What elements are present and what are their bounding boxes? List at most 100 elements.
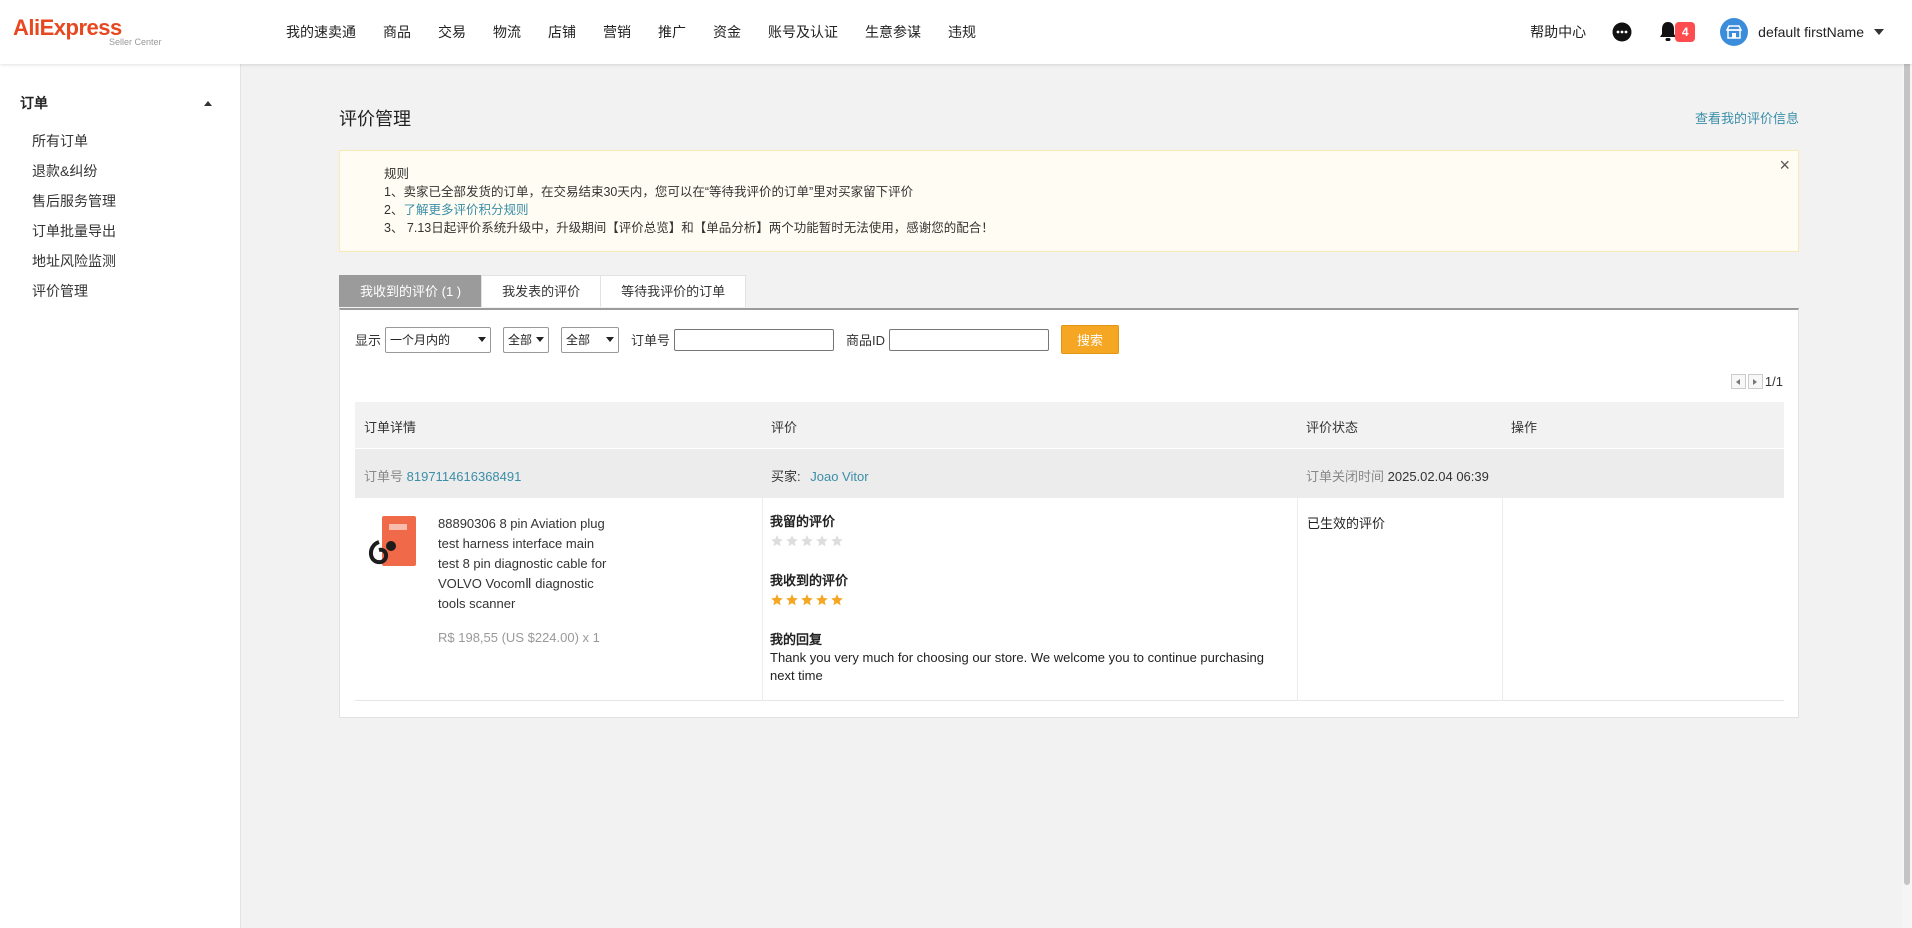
chat-bubble-icon[interactable] — [1612, 22, 1632, 42]
chevron-down-icon — [536, 337, 545, 342]
help-center-link[interactable]: 帮助中心 — [1530, 22, 1586, 42]
sidebar-item-refunds-disputes[interactable]: 退款&纠纷 — [32, 156, 116, 186]
next-page-button[interactable] — [1747, 374, 1763, 389]
nav-item-funds[interactable]: 资金 — [713, 22, 741, 42]
logo-subtitle: Seller Center — [109, 37, 162, 47]
rules-notice: × 规则 1、卖家已全部发货的订单，在交易结束30天内，您可以在“等待我评价的订… — [339, 150, 1799, 252]
buyer-cell: 买家: Joao Vitor — [771, 466, 869, 485]
product-id-label: 商品ID — [846, 333, 886, 348]
user-menu[interactable]: default firstName — [1720, 18, 1884, 46]
tab-pending-reviews[interactable]: 等待我评价的订单 — [600, 275, 747, 307]
review-points-rules-link[interactable]: 了解更多评价积分规则 — [403, 203, 528, 217]
scrollbar-thumb[interactable] — [1904, 20, 1910, 885]
order-number-label: 订单号 — [631, 333, 671, 348]
order-id-label: 订单号 — [364, 469, 404, 484]
star-filled-icon — [831, 594, 843, 606]
nav-item-marketing[interactable]: 营销 — [603, 22, 631, 42]
sidebar-item-review-management[interactable]: 评价管理 — [32, 276, 116, 306]
chevron-down-icon — [606, 337, 615, 342]
notifications-button[interactable]: 4 — [1658, 21, 1696, 43]
status-filter-select[interactable]: 全部 — [503, 326, 550, 353]
review-status: 已生效的评价 — [1307, 516, 1386, 531]
main-nav: 我的速卖通 商品 交易 物流 店铺 营销 推广 资金 账号及认证 生意参谋 违规 — [286, 0, 1003, 64]
nav-item-business-advisor[interactable]: 生意参谋 — [865, 22, 921, 42]
table-row: 88890306 8 pin Aviation plug test harnes… — [355, 498, 1784, 701]
chevron-down-icon — [1874, 29, 1884, 35]
page-scrollbar[interactable] — [1902, 0, 1912, 928]
review-cell: 我留的评价 我收到的评价 我的回复 Thank you very much fo… — [770, 513, 1280, 685]
my-reply-text: Thank you very much for choosing our sto… — [770, 650, 1265, 683]
close-icon[interactable]: × — [1779, 155, 1790, 175]
sidebar-item-batch-export[interactable]: 订单批量导出 — [32, 216, 116, 246]
filter-bar: 显示 一个月内的 全部 全部 订单号 商品ID 搜索 — [355, 325, 1120, 354]
rules-line-3: 3、 7.13日起评价系统升级中，升级期间【评价总览】和【单品分析】两个功能暂时… — [384, 221, 994, 235]
order-id-cell: 订单号 8197114616368491 — [364, 466, 521, 485]
prev-page-button[interactable] — [1730, 374, 1746, 389]
nav-item-trade[interactable]: 交易 — [438, 22, 466, 42]
chevron-up-icon — [204, 100, 212, 106]
order-number-input[interactable] — [674, 328, 835, 351]
sidebar-item-address-risk[interactable]: 地址风险监测 — [32, 246, 116, 276]
nav-item-store[interactable]: 店铺 — [548, 22, 576, 42]
star-filled-icon — [771, 594, 783, 606]
period-select[interactable]: 一个月内的 — [385, 326, 492, 353]
sidebar-item-all-orders[interactable]: 所有订单 — [32, 126, 116, 156]
table-header: 订单详情 评价 评价状态 操作 — [355, 402, 1784, 448]
column-divider — [1297, 498, 1298, 701]
chevron-left-icon — [1736, 378, 1741, 385]
rules-heading: 规则 — [384, 167, 410, 181]
sidebar-section-orders[interactable]: 订单 — [20, 93, 216, 113]
user-name: default firstName — [1758, 24, 1864, 40]
order-header-row: 订单号 8197114616368491 买家: Joao Vitor 订单关闭… — [355, 448, 1784, 498]
rating-filter-value: 全部 — [566, 333, 591, 347]
period-value: 一个月内的 — [390, 333, 451, 347]
nav-item-account[interactable]: 账号及认证 — [768, 22, 838, 42]
column-review-status: 评价状态 — [1306, 420, 1359, 435]
sidebar: 订单 所有订单 退款&纠纷 售后服务管理 订单批量导出 地址风险监测 评价管理 — [0, 64, 241, 928]
sidebar-item-after-sales[interactable]: 售后服务管理 — [32, 186, 116, 216]
pagination: 1/1 — [1730, 374, 1783, 389]
star-empty-icon — [771, 535, 783, 547]
product-title-link[interactable]: 88890306 8 pin Aviation plug test harnes… — [438, 514, 618, 614]
sidebar-list: 所有订单 退款&纠纷 售后服务管理 订单批量导出 地址风险监测 评价管理 — [32, 126, 116, 306]
review-tabs: 我收到的评价 (1 ) 我发表的评价 等待我评价的订单 — [339, 275, 747, 307]
star-empty-icon — [831, 535, 843, 547]
sidebar-section-label: 订单 — [20, 95, 48, 111]
view-my-review-info-link[interactable]: 查看我的评价信息 — [1695, 108, 1799, 127]
nav-item-logistics[interactable]: 物流 — [493, 22, 521, 42]
reviews-panel: 显示 一个月内的 全部 全部 订单号 商品ID 搜索 1/1 订单详情 评价 评… — [339, 308, 1799, 718]
nav-item-violations[interactable]: 违规 — [948, 22, 976, 42]
store-icon — [1726, 25, 1743, 39]
nav-item-products[interactable]: 商品 — [383, 22, 411, 42]
reviews-table: 订单详情 评价 评价状态 操作 订单号 8197114616368491 买家:… — [355, 402, 1784, 701]
product-price: R$ 198,55 (US $224.00) x 1 — [438, 630, 600, 645]
my-review-label: 我留的评价 — [770, 514, 836, 529]
product-thumbnail[interactable] — [365, 512, 420, 572]
logo-text: AliExpress — [13, 15, 122, 40]
tab-my-reviews[interactable]: 我发表的评价 — [481, 275, 602, 307]
column-review: 评价 — [771, 420, 798, 435]
nav-item-my-aliexpress[interactable]: 我的速卖通 — [286, 22, 356, 42]
rules-body: 规则 1、卖家已全部发货的订单，在交易结束30天内，您可以在“等待我评价的订单”… — [384, 165, 994, 237]
tab-received-reviews[interactable]: 我收到的评价 (1 ) — [339, 275, 483, 307]
search-button[interactable]: 搜索 — [1061, 325, 1120, 354]
buyer-name-link[interactable]: Joao Vitor — [810, 469, 868, 484]
header-actions: 帮助中心 4 default firstName — [1530, 0, 1884, 64]
show-label: 显示 — [355, 333, 382, 348]
rules-line-1: 1、卖家已全部发货的订单，在交易结束30天内，您可以在“等待我评价的订单”里对买… — [384, 185, 914, 199]
my-reply-label: 我的回复 — [770, 632, 823, 647]
aliexpress-logo[interactable]: AliExpress Seller Center — [13, 15, 162, 48]
rating-filter-select[interactable]: 全部 — [561, 326, 620, 353]
nav-item-promotion[interactable]: 推广 — [658, 22, 686, 42]
product-id-input[interactable] — [889, 328, 1050, 351]
column-order-details: 订单详情 — [364, 420, 417, 435]
received-review-stars — [770, 593, 1280, 607]
column-actions: 操作 — [1511, 420, 1538, 435]
chevron-right-icon — [1753, 378, 1758, 385]
column-divider — [762, 498, 763, 701]
column-divider — [1502, 498, 1503, 701]
received-review-label: 我收到的评价 — [770, 573, 849, 588]
buyer-label: 买家: — [771, 469, 801, 484]
close-time-cell: 订单关闭时间 2025.02.04 06:39 — [1306, 466, 1489, 485]
order-id-link[interactable]: 8197114616368491 — [407, 469, 522, 484]
